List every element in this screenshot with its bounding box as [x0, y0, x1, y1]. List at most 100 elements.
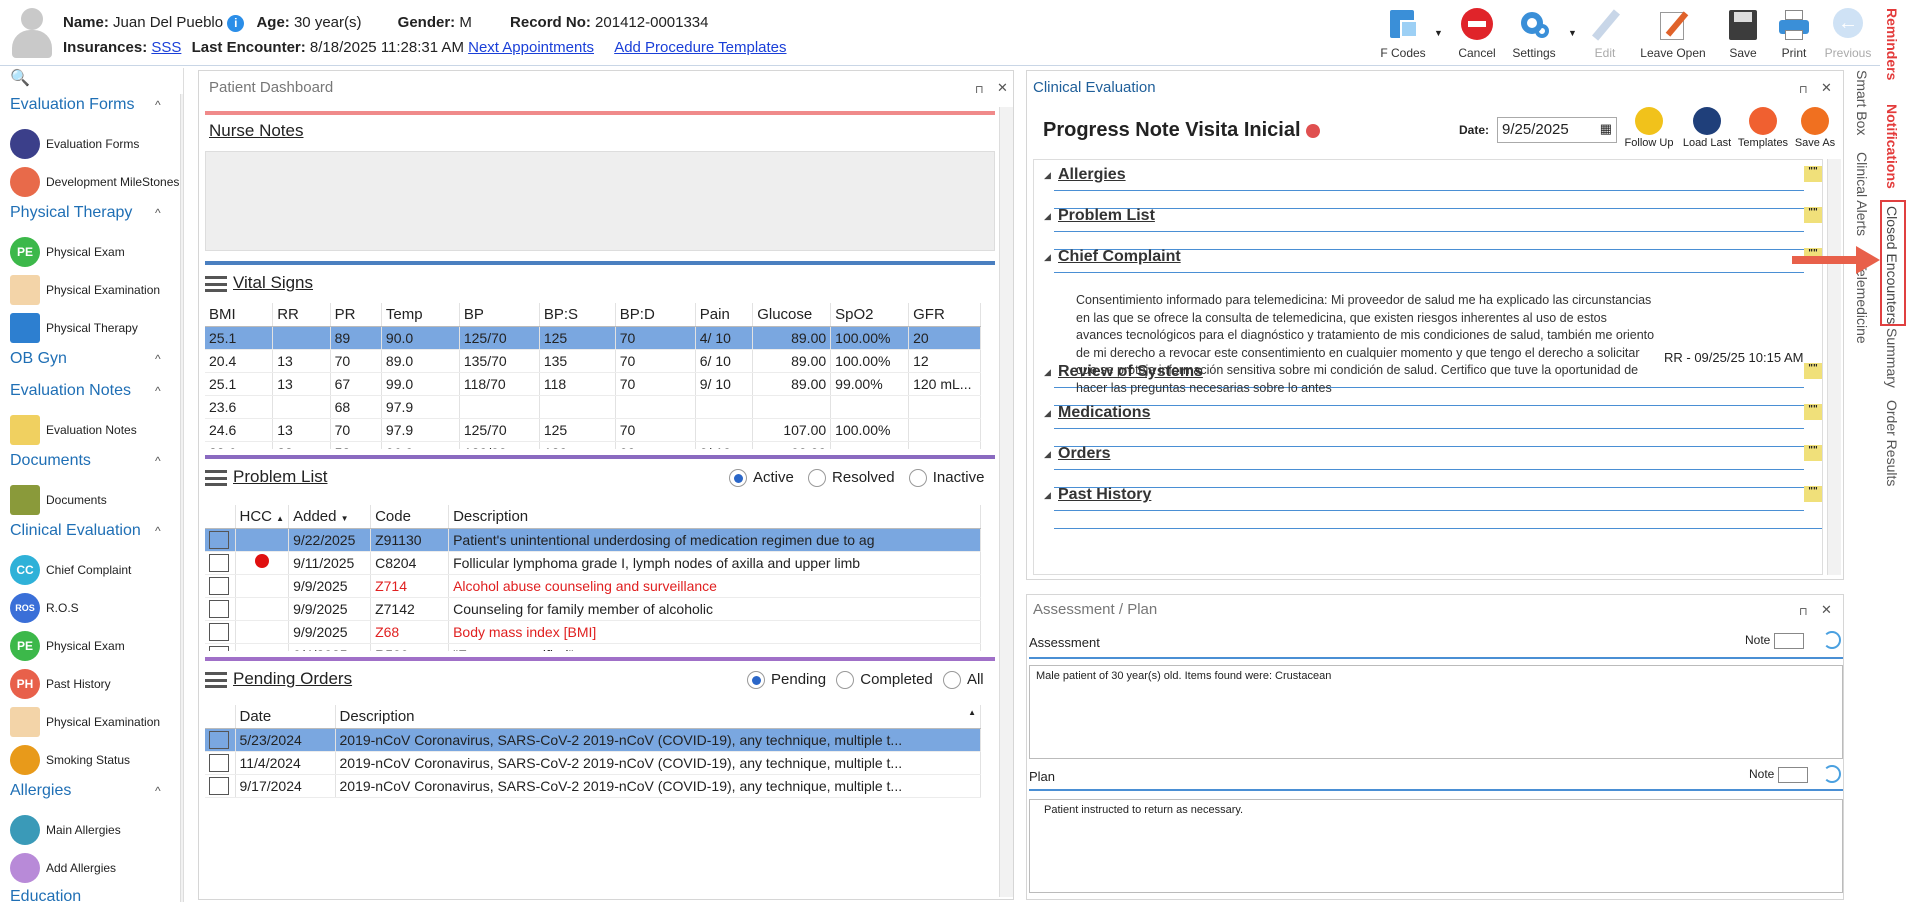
vitals-row[interactable]: 24.6 13 70 97.9 125/70 125 70 107.00 100.00% — [205, 418, 981, 442]
nav-item-physical-exam[interactable]: PE Physical Exam — [10, 236, 125, 268]
edit-button[interactable]: Edit — [1568, 8, 1642, 60]
nav-item-physical-examination-2[interactable]: Physical Examination — [10, 706, 160, 738]
vitals-row[interactable]: 23.6 68 97.9 — [205, 395, 981, 419]
completed-radio[interactable] — [836, 671, 855, 690]
expand-triangle-icon[interactable]: ◢ — [1044, 252, 1051, 263]
quote-icon[interactable]: "" — [1804, 445, 1822, 461]
vitals-row[interactable]: 25.1 13 67 99.0 118/70 118 70 9/ 10 89.00 99.00% 1… — [205, 372, 981, 396]
vitals-col-header[interactable]: Glucose — [752, 303, 832, 327]
nav-scrollbar[interactable] — [180, 94, 183, 902]
vitals-col-header[interactable]: GFR — [908, 303, 981, 327]
tab-reminders[interactable]: Reminders — [1884, 8, 1900, 80]
nav-section-evaluation-forms[interactable]: Evaluation Forms ^ — [10, 96, 161, 114]
menu-icon[interactable] — [205, 275, 227, 292]
description-col-header[interactable]: Description — [448, 505, 981, 529]
follow-up-button[interactable]: Follow Up — [1619, 107, 1679, 149]
added-col-header[interactable]: Added ▼ — [288, 505, 372, 529]
expand-triangle-icon[interactable]: ◢ — [1044, 367, 1051, 378]
row-checkbox[interactable] — [209, 645, 229, 651]
order-row[interactable]: 5/23/2024 2019-nCoV Coronavirus, SARS-CoV… — [205, 728, 981, 752]
vitals-row[interactable]: 20.4 13 70 89.0 135/70 135 70 6/ 10 89.00 100.00%… — [205, 349, 981, 373]
row-checkbox[interactable] — [209, 576, 229, 595]
insurance-link[interactable]: SSS — [151, 39, 181, 56]
add-procedure-templates-link[interactable]: Add Procedure Templates — [614, 39, 786, 56]
collapse-caret-icon[interactable]: ^ — [155, 352, 161, 366]
search-icon[interactable]: 🔍 — [10, 68, 30, 88]
menu-icon[interactable] — [205, 671, 227, 688]
date-input[interactable]: 9/25/2025 ▦ — [1497, 117, 1617, 143]
quote-icon[interactable]: "" — [1804, 363, 1822, 379]
templates-button[interactable]: Templates — [1733, 107, 1793, 149]
sort-up-icon[interactable]: ▲ — [968, 708, 976, 717]
tab-closed-encounters[interactable]: Closed Encounters — [1884, 206, 1900, 324]
nav-section-physical-therapy[interactable]: Physical Therapy ^ — [10, 204, 161, 222]
leave-open-button[interactable]: Leave Open — [1636, 8, 1710, 60]
plan-note-selector[interactable]: Note — [1749, 767, 1808, 783]
problem-row[interactable]: 9/9/2025 Z68 Body mass index [BMI] — [205, 620, 981, 644]
order-row[interactable]: 9/17/2024 2019-nCoV Coronavirus, SARS-CoV… — [205, 774, 981, 798]
row-checkbox[interactable] — [209, 599, 229, 618]
nav-item-physical-examination[interactable]: Physical Examination — [10, 274, 160, 306]
section-title[interactable]: Medications — [1058, 404, 1150, 422]
section-title[interactable]: Orders — [1058, 445, 1110, 463]
inactive-radio[interactable] — [908, 469, 927, 488]
nav-item-evaluation-notes[interactable]: Evaluation Notes — [10, 414, 137, 446]
problem-row[interactable]: 9/9/2025 Z714 Alcohol abuse counseling and… — [205, 574, 981, 598]
vitals-col-header[interactable]: BP — [459, 303, 540, 327]
collapse-caret-icon[interactable]: ^ — [155, 454, 161, 468]
pin-icon[interactable]: ⊓ — [1799, 83, 1808, 96]
pin-icon[interactable]: ⊓ — [1799, 605, 1808, 618]
menu-icon[interactable] — [205, 469, 227, 486]
nav-item-chief-complaint[interactable]: CC Chief Complaint — [10, 554, 131, 586]
expand-triangle-icon[interactable]: ◢ — [1044, 490, 1051, 501]
active-radio[interactable] — [729, 469, 747, 488]
vitals-col-header[interactable]: BP:S — [539, 303, 616, 327]
vitals-col-header[interactable]: Pain — [695, 303, 754, 327]
vitals-col-header[interactable]: BP:D — [615, 303, 696, 327]
row-checkbox[interactable] — [209, 530, 229, 549]
remove-note-icon[interactable] — [1306, 123, 1321, 138]
vitals-row[interactable]: 25.1 89 90.0 125/70 125 70 4/ 10 89.00 100.00% 20 — [205, 326, 981, 350]
nav-item-main-allergies[interactable]: Main Allergies — [10, 814, 121, 846]
row-checkbox[interactable] — [209, 622, 229, 641]
load-last-button[interactable]: Load Last — [1677, 107, 1737, 149]
settings-button[interactable]: Settings — [1497, 8, 1571, 60]
assessment-textarea[interactable]: Male patient of 30 year(s) old. Items fo… — [1029, 665, 1843, 759]
nav-item-documents[interactable]: Documents — [10, 484, 107, 516]
nav-item-past-history[interactable]: PH Past History — [10, 668, 111, 700]
nav-section-education[interactable]: Education — [10, 888, 81, 902]
note-selector[interactable]: Note — [1745, 633, 1804, 649]
nav-section-documents[interactable]: Documents ^ — [10, 452, 161, 470]
row-checkbox[interactable] — [209, 553, 229, 572]
row-checkbox[interactable] — [209, 730, 229, 749]
nav-item-development-milestones[interactable]: Development MileStones — [10, 166, 179, 198]
collapse-caret-icon[interactable]: ^ — [155, 384, 161, 398]
nav-item-smoking-status[interactable]: Smoking Status — [10, 744, 130, 776]
section-title[interactable]: Past History — [1058, 486, 1151, 504]
section-title[interactable]: Chief Complaint — [1058, 248, 1181, 266]
nav-section-evaluation-notes[interactable]: Evaluation Notes ^ — [10, 382, 161, 400]
calendar-icon[interactable]: ▦ — [1600, 121, 1612, 137]
collapse-caret-icon[interactable]: ^ — [155, 784, 161, 798]
nurse-notes-textarea[interactable] — [205, 151, 995, 251]
quote-icon[interactable]: "" — [1804, 404, 1822, 420]
tab-smart-box[interactable]: Smart Box — [1854, 70, 1870, 135]
tab-clinical-alerts[interactable]: Clinical Alerts — [1854, 152, 1870, 236]
pin-icon[interactable]: ⊓ — [975, 83, 984, 96]
problem-row[interactable]: 9/22/2025 Z91130 Patient's unintentional u… — [205, 528, 981, 552]
nav-section-clinical-evaluation[interactable]: Clinical Evaluation ^ — [10, 522, 161, 540]
date-col-header[interactable]: Date — [235, 705, 336, 729]
vitals-col-header[interactable]: SpO2 — [830, 303, 910, 327]
hcc-col-header[interactable]: HCC ▲ — [235, 505, 290, 529]
problem-row[interactable]: 9/11/2025 C8204 Follicular lymphoma grade … — [205, 551, 981, 575]
collapse-caret-icon[interactable]: ^ — [155, 524, 161, 538]
row-checkbox[interactable] — [209, 776, 229, 795]
next-appointments-link[interactable]: Next Appointments — [468, 39, 594, 56]
code-col-header[interactable]: Code — [370, 505, 450, 529]
quote-icon[interactable]: "" — [1804, 207, 1822, 223]
tab-order-results[interactable]: Order Results — [1884, 400, 1900, 486]
problem-row[interactable]: 9/4/2025R509"Fever unspecified" — [205, 643, 981, 651]
description-col-header[interactable]: Description ▲ — [335, 705, 981, 729]
save-as-button[interactable]: Save As — [1787, 107, 1843, 149]
refresh-icon[interactable] — [1823, 765, 1841, 783]
